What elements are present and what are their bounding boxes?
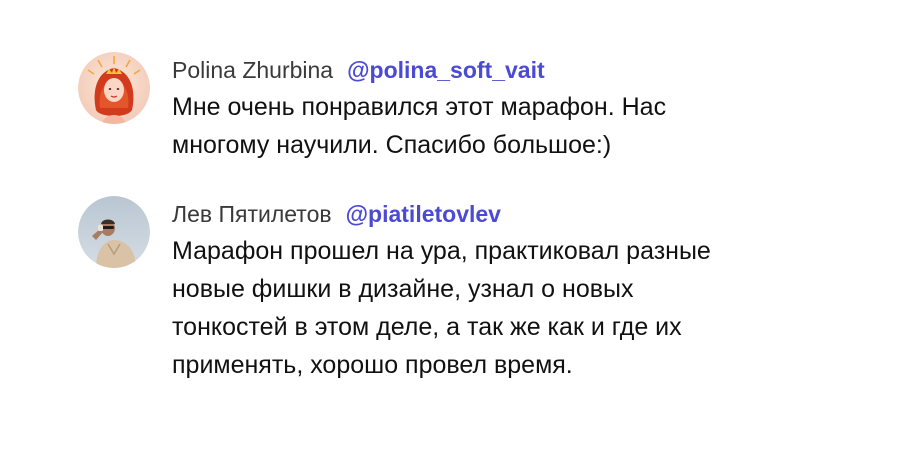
comment-item: Лев Пятилетов @piatiletovlev Марафон про… (78, 196, 832, 384)
comment-header: Лев Пятилетов @piatiletovlev (172, 196, 832, 232)
photo-man-avatar-icon (78, 196, 150, 268)
illustrated-girl-avatar-icon (78, 52, 150, 124)
author-name[interactable]: Polina Zhurbina (172, 52, 333, 88)
comment-text: Мне очень понравился этот марафон. Нас м… (172, 93, 667, 159)
comment-body: Polina Zhurbina @polina_soft_vait Мне оч… (172, 52, 732, 164)
author-handle-link[interactable]: @polina_soft_vait (347, 52, 545, 88)
avatar[interactable] (78, 196, 150, 268)
comment-item: Polina Zhurbina @polina_soft_vait Мне оч… (78, 52, 732, 164)
avatar[interactable] (78, 52, 150, 124)
comment-text: Марафон прошел на ура, практиковал разны… (172, 237, 711, 379)
author-handle-link[interactable]: @piatiletovlev (346, 196, 501, 232)
author-name[interactable]: Лев Пятилетов (172, 196, 332, 232)
comment-header: Polina Zhurbina @polina_soft_vait (172, 52, 732, 88)
comment-body: Лев Пятилетов @piatiletovlev Марафон про… (172, 196, 832, 384)
